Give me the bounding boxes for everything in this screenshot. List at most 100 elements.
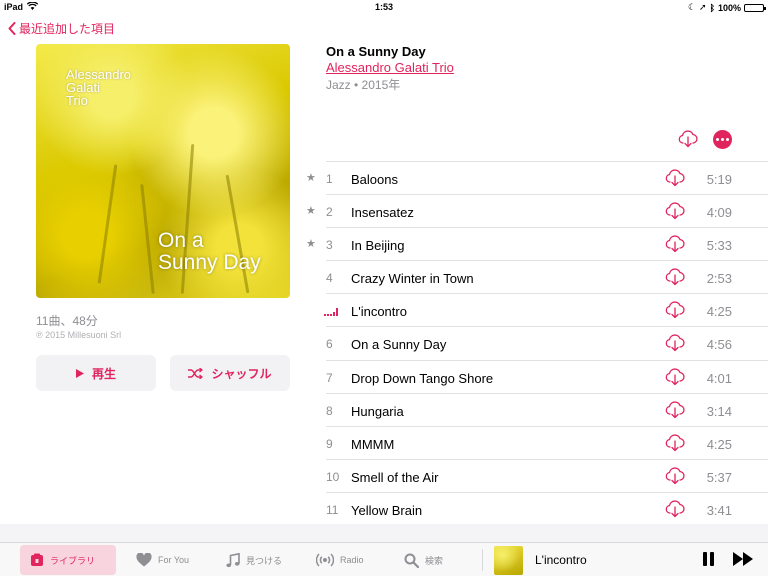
status-time: 1:53 [374, 2, 393, 12]
track-row[interactable]: ★ 3 In Beijing 5:33 [300, 228, 768, 262]
album-artwork[interactable]: Alessandro Galati Trio On a Sunny Day [36, 44, 290, 298]
tab-search-label: 検索 [425, 555, 444, 566]
battery-percent: 100% [717, 2, 741, 13]
track-duration: 4:56 [706, 337, 732, 353]
track-row[interactable]: L'incontro 4:25 [300, 294, 768, 328]
track-list: ★ 1 Baloons 5:19 ★ 2 Insensatez 4:09 ★ 3 In Beijin… [300, 161, 768, 527]
track-title: L'incontro [351, 304, 407, 320]
cloud-download-icon[interactable] [665, 301, 685, 324]
track-number: 10 [326, 469, 340, 484]
cloud-download-icon[interactable] [665, 367, 685, 391]
art-stem [140, 184, 155, 294]
tab-search[interactable]: 検索 [404, 545, 443, 575]
cloud-download-icon[interactable] [665, 401, 685, 424]
tab-library[interactable]: ライブラリ [20, 545, 116, 575]
play-button[interactable]: 再生 [36, 355, 156, 391]
track-number: 4 [326, 271, 333, 286]
cloud-download-icon [678, 130, 698, 148]
star-icon: ★ [306, 172, 316, 184]
fast-forward-icon [733, 552, 753, 566]
download-album-button[interactable] [678, 130, 698, 153]
back-label: 最近追加した項目 [19, 22, 116, 36]
shuffle-button[interactable]: シャッフル [170, 355, 290, 391]
track-title: MMMM [351, 436, 395, 452]
chevron-left-icon [8, 22, 16, 35]
track-row[interactable]: 8 Hungaria 3:14 [300, 394, 768, 427]
cloud-download-icon[interactable] [665, 500, 685, 523]
track-duration: 4:01 [706, 370, 732, 386]
cloud-download-icon[interactable] [665, 334, 685, 357]
track-row[interactable]: 10 Smell of the Air 5:37 [300, 460, 768, 494]
tab-radio-label: Radio [340, 555, 364, 565]
search-icon [404, 553, 419, 568]
track-title: Baloons [351, 172, 398, 187]
track-title: In Beijing [351, 238, 405, 254]
play-label: 再生 [91, 366, 116, 381]
next-track-button[interactable] [733, 552, 753, 571]
track-title: Hungaria [351, 403, 404, 419]
moon-icon: ☾ [687, 2, 697, 12]
album-track-count: 11曲、48分 [36, 314, 98, 328]
tab-browse[interactable]: 見つける [226, 545, 282, 575]
track-row[interactable]: 4 Crazy Winter in Town 2:53 [300, 261, 768, 295]
art-artist-line: Trio [66, 93, 88, 108]
track-number: 11 [326, 502, 339, 517]
track-duration: 5:33 [706, 238, 732, 254]
track-duration: 4:09 [706, 205, 732, 221]
heart-icon [136, 553, 152, 567]
track-title: Crazy Winter in Town [351, 271, 474, 287]
shuffle-icon [188, 367, 204, 379]
now-playing-title[interactable]: L'incontro [535, 553, 587, 567]
cloud-download-icon[interactable] [665, 467, 685, 490]
library-icon [31, 553, 43, 566]
tab-library-label: ライブラリ [50, 555, 96, 566]
track-number: 8 [326, 403, 333, 418]
track-row[interactable]: 9 MMMM 4:25 [300, 427, 768, 460]
album-artist-link[interactable]: Alessandro Galati Trio [326, 60, 454, 75]
more-options-button[interactable] [713, 130, 732, 149]
track-row[interactable]: ★ 2 Insensatez 4:09 [300, 195, 768, 229]
tab-browse-label: 見つける [246, 555, 283, 566]
art-artist-text: Alessandro Galati Trio [66, 68, 131, 107]
play-icon [75, 368, 84, 378]
cloud-download-icon[interactable] [665, 202, 685, 225]
cloud-download-icon[interactable] [665, 235, 685, 258]
pause-button[interactable] [703, 552, 714, 566]
back-button[interactable]: 最近追加した項目 [8, 20, 115, 37]
content-bottom-band [0, 524, 768, 542]
track-duration: 4:25 [706, 436, 732, 452]
track-row[interactable]: 7 Drop Down Tango Shore 4:01 [300, 361, 768, 394]
track-duration: 3:14 [706, 403, 732, 419]
cloud-download-icon[interactable] [665, 268, 685, 291]
music-note-icon [226, 552, 240, 567]
now-playing-artwork[interactable] [494, 546, 523, 575]
now-playing-bars-icon [324, 308, 338, 317]
track-duration: 2:53 [706, 271, 732, 287]
tab-radio[interactable]: Radio [316, 545, 364, 575]
star-icon: ★ [306, 238, 316, 251]
divider [482, 549, 483, 571]
track-title: Yellow Brain [351, 502, 423, 518]
pause-icon [710, 552, 714, 566]
status-bar: iPad 1:53 ☾ ➚ ᛒ 100% [0, 0, 768, 14]
track-number: 3 [326, 238, 333, 253]
track-duration: 4:25 [706, 304, 732, 320]
track-title: Insensatez [351, 205, 414, 221]
track-duration: 5:37 [706, 469, 732, 485]
location-icon: ➚ [699, 2, 707, 12]
track-title: On a Sunny Day [351, 337, 447, 353]
cloud-download-icon[interactable] [665, 169, 685, 192]
shuffle-label: シャッフル [211, 366, 272, 381]
track-row[interactable]: 6 On a Sunny Day 4:56 [300, 327, 768, 361]
tab-for-you[interactable]: For You [136, 545, 189, 575]
art-title-line: On a [158, 229, 204, 252]
cloud-download-icon[interactable] [665, 434, 685, 457]
track-duration: 5:19 [706, 172, 732, 187]
art-title-line: Sunny Day [158, 251, 261, 274]
art-stem [97, 164, 118, 284]
track-row[interactable]: 11 Yellow Brain 3:41 [300, 493, 768, 527]
track-row[interactable]: ★ 1 Baloons 5:19 [300, 162, 768, 196]
track-duration: 3:41 [706, 502, 732, 518]
star-icon: ★ [306, 205, 316, 218]
track-number: 1 [326, 172, 333, 186]
